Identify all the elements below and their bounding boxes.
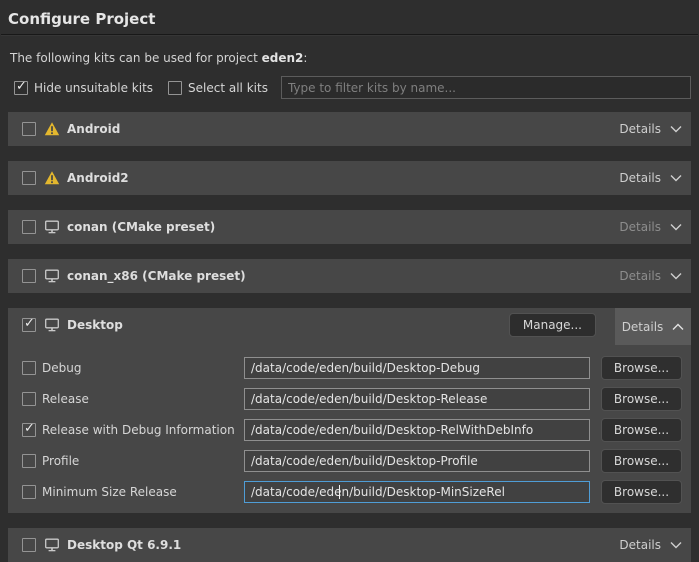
kit-name: Desktop	[67, 318, 509, 332]
warning-icon	[44, 121, 60, 137]
browse-button[interactable]: Browse...	[601, 356, 682, 380]
build-path-wrap	[244, 450, 590, 472]
build-config-checkbox[interactable]	[22, 423, 36, 437]
hide-unsuitable-kits-checkbox[interactable]	[14, 81, 28, 95]
kit-row-android2: Android2 Details	[8, 161, 691, 195]
desktop-icon	[44, 219, 60, 235]
details-label: Details	[619, 122, 661, 136]
browse-button[interactable]: Browse...	[601, 480, 682, 504]
chevron-down-icon	[670, 174, 682, 182]
details-button[interactable]: Details	[619, 171, 682, 185]
kit-header: conan (CMake preset) Details	[8, 210, 691, 244]
kit-name: Android2	[67, 171, 619, 185]
kit-name: Android	[67, 122, 619, 136]
build-config-checkbox[interactable]	[22, 361, 36, 375]
select-all-kits-group[interactable]: Select all kits	[168, 81, 268, 95]
build-path-input[interactable]	[244, 450, 590, 472]
desktop-icon	[44, 537, 60, 553]
build-config-label[interactable]: Minimum Size Release	[42, 485, 230, 499]
details-button-expanded[interactable]: Details	[615, 308, 691, 345]
intro-text: The following kits can be used for proje…	[0, 35, 699, 65]
select-all-kits-label[interactable]: Select all kits	[188, 81, 268, 95]
kit-checkbox[interactable]	[22, 538, 36, 552]
kit-name: Desktop Qt 6.9.1	[67, 538, 619, 552]
desktop-icon	[44, 268, 60, 284]
filter-bar: Hide unsuitable kits Select all kits	[0, 65, 699, 99]
build-config-label[interactable]: Profile	[42, 454, 230, 468]
kit-header: Android2 Details	[8, 161, 691, 195]
kit-checkbox[interactable]	[22, 122, 36, 136]
hide-unsuitable-kits-group[interactable]: Hide unsuitable kits	[14, 81, 153, 95]
browse-button[interactable]: Browse...	[601, 449, 682, 473]
build-config-checkbox[interactable]	[22, 392, 36, 406]
chevron-down-icon	[670, 223, 682, 231]
kit-row-desktop-qt-691: Desktop Qt 6.9.1 Details	[8, 528, 691, 562]
intro-suffix: :	[303, 51, 307, 65]
details-label: Details	[619, 538, 661, 552]
build-path-input[interactable]	[244, 388, 590, 410]
browse-button[interactable]: Browse...	[601, 418, 682, 442]
chevron-up-icon	[672, 323, 684, 331]
configure-project-page: Configure Project The following kits can…	[0, 0, 699, 562]
details-button[interactable]: Details	[619, 122, 682, 136]
details-label: Details	[619, 220, 661, 234]
hide-unsuitable-kits-label[interactable]: Hide unsuitable kits	[34, 81, 153, 95]
build-config-row-minsizerel: Minimum Size Release Browse...	[22, 481, 682, 503]
build-path-input-focused[interactable]	[244, 481, 590, 503]
kit-checkbox[interactable]	[22, 220, 36, 234]
kit-checkbox[interactable]	[22, 171, 36, 185]
manage-button[interactable]: Manage...	[509, 313, 596, 337]
build-config-row-relwithdebinfo: Release with Debug Information Browse...	[22, 419, 682, 441]
kit-filter-input[interactable]	[281, 76, 691, 99]
build-config-label[interactable]: Release	[42, 392, 230, 406]
build-config-list: Debug Browse... Release Browse...	[8, 342, 691, 503]
select-all-kits-checkbox[interactable]	[168, 81, 182, 95]
intro-prefix: The following kits can be used for proje…	[10, 51, 262, 65]
kit-name: conan (CMake preset)	[67, 220, 619, 234]
kit-list: Android Details Android2 Details	[8, 112, 691, 562]
text-caret	[339, 485, 340, 499]
chevron-down-icon	[670, 125, 682, 133]
chevron-down-icon	[670, 272, 682, 280]
build-config-checkbox[interactable]	[22, 485, 36, 499]
kit-name: conan_x86 (CMake preset)	[67, 269, 619, 283]
kit-checkbox[interactable]	[22, 269, 36, 283]
kit-row-conan: conan (CMake preset) Details	[8, 210, 691, 244]
kit-header: Android Details	[8, 112, 691, 146]
warning-icon	[44, 170, 60, 186]
kit-checkbox[interactable]	[22, 318, 36, 332]
kit-row-android: Android Details	[8, 112, 691, 146]
build-config-row-release: Release Browse...	[22, 388, 682, 410]
details-label: Details	[619, 269, 661, 283]
desktop-icon	[44, 317, 60, 333]
build-path-wrap	[244, 388, 590, 410]
build-path-wrap	[244, 481, 590, 503]
details-button[interactable]: Details	[622, 320, 685, 334]
build-config-label[interactable]: Debug	[42, 361, 230, 375]
build-config-label[interactable]: Release with Debug Information	[42, 423, 230, 437]
details-button[interactable]: Details	[619, 269, 682, 283]
details-button[interactable]: Details	[619, 538, 682, 552]
chevron-down-icon	[670, 541, 682, 549]
build-config-checkbox[interactable]	[22, 454, 36, 468]
page-title: Configure Project	[0, 0, 699, 34]
project-name: eden2	[262, 51, 304, 65]
kit-header: conan_x86 (CMake preset) Details	[8, 259, 691, 293]
details-button[interactable]: Details	[619, 220, 682, 234]
build-path-wrap	[244, 357, 590, 379]
details-label: Details	[622, 320, 664, 334]
build-path-input[interactable]	[244, 419, 590, 441]
kit-header: Desktop Qt 6.9.1 Details	[8, 528, 691, 562]
build-path-wrap	[244, 419, 590, 441]
kit-row-desktop: Details Desktop Manage... Debug Browse..…	[8, 308, 691, 513]
build-config-row-debug: Debug Browse...	[22, 357, 682, 379]
build-config-row-profile: Profile Browse...	[22, 450, 682, 472]
details-label: Details	[619, 171, 661, 185]
browse-button[interactable]: Browse...	[601, 387, 682, 411]
kit-header: Desktop Manage...	[8, 308, 691, 342]
build-path-input[interactable]	[244, 357, 590, 379]
kit-row-conan-x86: conan_x86 (CMake preset) Details	[8, 259, 691, 293]
